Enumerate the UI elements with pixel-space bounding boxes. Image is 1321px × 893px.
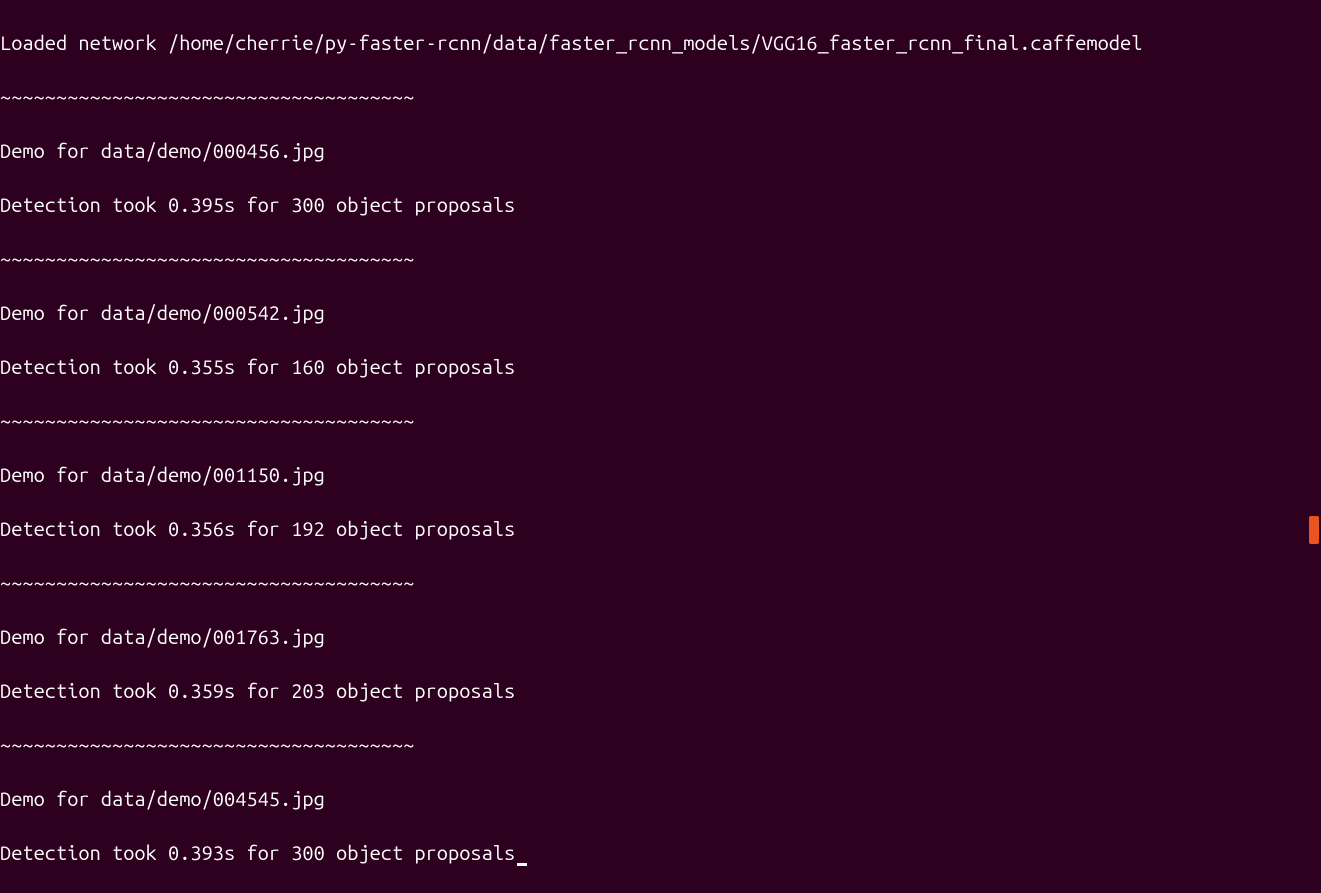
demo-line: Demo for data/demo/004545.jpg — [0, 785, 1321, 812]
detection-line: Detection took 0.393s for 300 object pro… — [0, 839, 1321, 866]
detection-line: Detection took 0.395s for 300 object pro… — [0, 191, 1321, 218]
separator-line: ~~~~~~~~~~~~~~~~~~~~~~~~~~~~~~~~~~~~~ — [0, 83, 1321, 110]
separator-line: ~~~~~~~~~~~~~~~~~~~~~~~~~~~~~~~~~~~~~ — [0, 407, 1321, 434]
detection-line: Detection took 0.355s for 160 object pro… — [0, 353, 1321, 380]
detection-line: Detection took 0.356s for 192 object pro… — [0, 515, 1321, 542]
scrollbar-thumb[interactable] — [1309, 516, 1319, 544]
detection-line: Detection took 0.359s for 203 object pro… — [0, 677, 1321, 704]
demo-line: Demo for data/demo/000456.jpg — [0, 137, 1321, 164]
separator-line: ~~~~~~~~~~~~~~~~~~~~~~~~~~~~~~~~~~~~~ — [0, 245, 1321, 272]
cursor-icon — [517, 863, 527, 866]
separator-line: ~~~~~~~~~~~~~~~~~~~~~~~~~~~~~~~~~~~~~ — [0, 731, 1321, 758]
demo-line: Demo for data/demo/000542.jpg — [0, 299, 1321, 326]
separator-line: ~~~~~~~~~~~~~~~~~~~~~~~~~~~~~~~~~~~~~ — [0, 569, 1321, 596]
terminal-output[interactable]: Loaded network /home/cherrie/py-faster-r… — [0, 2, 1321, 893]
demo-line: Demo for data/demo/001763.jpg — [0, 623, 1321, 650]
loaded-network-line: Loaded network /home/cherrie/py-faster-r… — [0, 29, 1321, 56]
demo-line: Demo for data/demo/001150.jpg — [0, 461, 1321, 488]
